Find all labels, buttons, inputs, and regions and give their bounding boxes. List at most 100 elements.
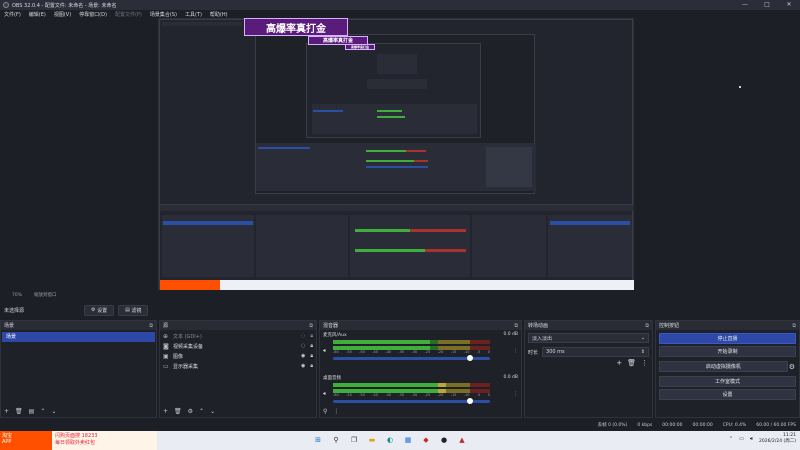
windows-start-icon[interactable]: ⊞: [312, 434, 324, 446]
dropped-frames: 丢帧 0 (0.0%): [597, 423, 628, 428]
move-up-icon[interactable]: ⌃: [40, 408, 45, 415]
program-preview[interactable]: 高爆率真打金 高爆率真打金 高爆率真打金: [158, 18, 634, 291]
menu-docks[interactable]: 停靠窗口(D): [75, 11, 111, 18]
nested-menu: [162, 22, 242, 26]
volume-meter: [333, 383, 490, 387]
menu-tools[interactable]: 工具(T): [181, 11, 206, 18]
nested-meter: [425, 249, 466, 252]
app-icon[interactable]: ◆: [420, 434, 432, 446]
transition-select[interactable]: 淡入淡出 ⌄: [528, 333, 649, 343]
speaker-icon[interactable]: 🔊︎: [323, 348, 326, 354]
source-label: 图像: [173, 353, 184, 360]
taskbar-apps: ⊞ ⚲ ❐ ▬ ◐ ▦ ◆ ● ▲: [312, 434, 468, 446]
menu-help[interactable]: 帮助(H): [206, 11, 232, 18]
close-button[interactable]: ✕: [778, 0, 800, 10]
task-view-icon[interactable]: ❐: [348, 434, 360, 446]
sources-dock: 源 ⧉ ⊕ 文本 (GDI+) ◌ 🔒︎ ◙ 视频采集设备 ◌ 🔒︎ ▣ 图像 …: [159, 320, 317, 418]
zoom-mode[interactable]: 缩放到窗口: [34, 292, 57, 298]
channel-menu-icon[interactable]: ⋮: [513, 391, 518, 397]
settings-button[interactable]: ⚙ 设置: [84, 304, 115, 316]
nested-controls: [486, 147, 532, 187]
volume-slider[interactable]: [333, 355, 490, 361]
studio-mode-button[interactable]: 工作室模式: [659, 376, 796, 387]
source-item[interactable]: ⊕ 文本 (GDI+) ◌ 🔒︎: [160, 331, 316, 341]
move-up-icon[interactable]: ⌃: [199, 408, 204, 415]
minimize-button[interactable]: —: [734, 0, 756, 10]
volume-slider[interactable]: [333, 398, 490, 404]
chevron-up-icon[interactable]: ⌃: [729, 436, 733, 442]
channel-menu-icon[interactable]: ⋮: [513, 348, 518, 354]
speaker-icon[interactable]: 🔊︎: [323, 391, 326, 397]
store-icon[interactable]: ▦: [402, 434, 414, 446]
more-icon[interactable]: ⋮: [333, 408, 339, 415]
source-label: 文本 (GDI+): [173, 333, 202, 340]
maximize-button[interactable]: □: [756, 0, 778, 10]
obs-icon[interactable]: ●: [438, 434, 450, 446]
source-actions: ◉ 🔒︎: [301, 353, 313, 359]
eye-icon[interactable]: ◉: [301, 363, 305, 369]
scale-tick: -45: [372, 393, 378, 397]
source-item[interactable]: ◙ 视频采集设备 ◌ 🔒︎: [160, 341, 316, 351]
lock-icon[interactable]: 🔒︎: [310, 333, 313, 339]
network-icon[interactable]: ▭: [739, 436, 744, 442]
dock-menu-icon[interactable]: ⧉: [792, 323, 796, 329]
start-recording-button[interactable]: 开始录制: [659, 346, 796, 357]
gear-icon[interactable]: ⚙: [188, 408, 193, 415]
menu-edit[interactable]: 编辑(E): [25, 11, 50, 18]
duration-value: 300 ms: [546, 349, 565, 355]
sources-dock-header: 源 ⧉: [160, 321, 316, 330]
settings-button[interactable]: 设置: [659, 389, 796, 400]
eye-hidden-icon[interactable]: ◌: [301, 333, 305, 339]
source-item[interactable]: ▣ 图像 ◉ 🔒︎: [160, 351, 316, 361]
move-down-icon[interactable]: ⌄: [51, 408, 56, 415]
zoom-value[interactable]: 70%: [12, 293, 22, 298]
image-icon: ▣: [163, 352, 169, 360]
menu-profile[interactable]: 配置文件(P): [111, 11, 146, 18]
scene-item[interactable]: 场景: [2, 332, 155, 342]
filters-button[interactable]: ▤ 滤镜: [118, 304, 149, 316]
trash-icon[interactable]: 🗑: [174, 408, 182, 415]
app-icon[interactable]: ▲: [456, 434, 468, 446]
duration-spinbox[interactable]: 300 ms ⇕: [542, 347, 649, 357]
start-virtual-camera-button[interactable]: 启动虚拟摄像机: [659, 361, 788, 372]
dock-menu-icon[interactable]: ⧉: [514, 323, 518, 329]
file-explorer-icon[interactable]: ▬: [366, 434, 378, 446]
taobao-ad[interactable]: 淘宝 APP: [0, 431, 52, 450]
clock[interactable]: 11:21 2026/2/24 (周二): [759, 433, 796, 445]
source-item[interactable]: ▭ 显示器采集 ◉ 🔒︎: [160, 361, 316, 371]
lock-icon[interactable]: 🔒︎: [310, 363, 313, 369]
link-icon[interactable]: ⚲: [323, 408, 327, 415]
dock-menu-icon[interactable]: ⧉: [645, 323, 649, 329]
menu-file[interactable]: 文件(F): [0, 11, 25, 18]
add-icon[interactable]: +: [163, 408, 168, 415]
lock-icon[interactable]: 🔒︎: [310, 343, 313, 349]
more-icon[interactable]: ⋮: [641, 359, 648, 367]
ad-banner-text: 高爆率真打金: [266, 23, 326, 35]
dock-menu-icon[interactable]: ⧉: [309, 323, 313, 329]
move-down-icon[interactable]: ⌄: [210, 408, 215, 415]
nested-transitions-dock: [472, 215, 546, 277]
lock-icon[interactable]: 🔒︎: [310, 353, 313, 359]
filter-icon[interactable]: ▤: [29, 408, 35, 415]
edge-icon[interactable]: ◐: [384, 434, 396, 446]
eye-icon[interactable]: ◉: [301, 353, 305, 359]
transition-actions: + 🗑 ⋮: [616, 359, 648, 367]
volume-slider-knob[interactable]: [466, 398, 473, 404]
menu-scene-collection[interactable]: 场景集合(S): [146, 11, 181, 18]
trash-icon[interactable]: 🗑: [15, 408, 23, 415]
dock-menu-icon[interactable]: ⧉: [149, 323, 153, 329]
transitions-body: 淡入淡出 ⌄ 时长 300 ms ⇕ + 🗑 ⋮: [525, 331, 652, 406]
stop-streaming-button[interactable]: 停止直播: [659, 333, 796, 344]
volume-slider-knob[interactable]: [466, 355, 473, 361]
duration-row: 时长 300 ms ⇕: [528, 345, 649, 359]
gear-icon[interactable]: ⚙: [789, 363, 795, 371]
trash-icon[interactable]: 🗑: [627, 359, 636, 367]
menu-view[interactable]: 视图(V): [50, 11, 75, 18]
scene-list: 场景: [1, 331, 156, 406]
add-icon[interactable]: +: [4, 408, 9, 415]
search-icon[interactable]: ⚲: [330, 434, 342, 446]
eye-hidden-icon[interactable]: ◌: [301, 343, 305, 349]
volume-icon[interactable]: 🔊︎: [750, 436, 753, 442]
add-icon[interactable]: +: [616, 359, 622, 367]
promo-banner[interactable]: 闪购页面搜 18233 每日领取外卖红包: [52, 431, 157, 450]
